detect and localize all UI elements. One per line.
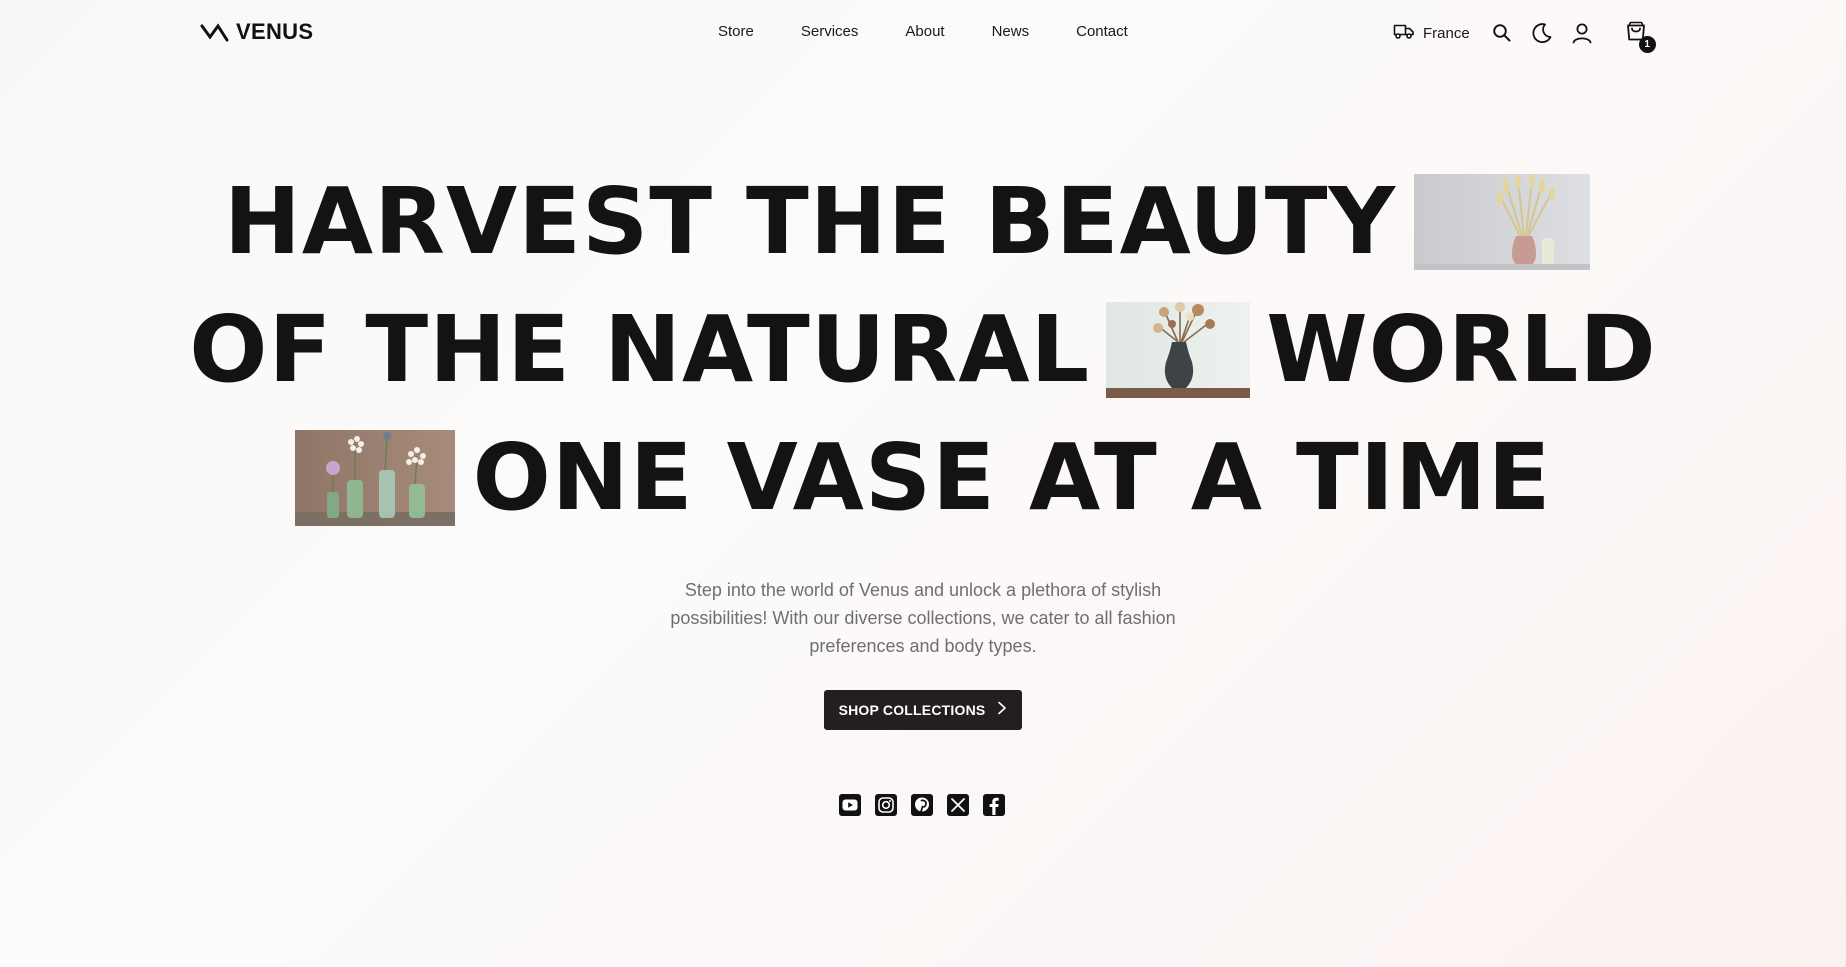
hero-subtitle: Step into the world of Venus and unlock …: [670, 580, 1176, 656]
cart-button[interactable]: 1: [1624, 21, 1656, 53]
hero-heading-line-3: ONE VASE AT A TIME: [472, 424, 1552, 531]
pinterest-icon[interactable]: [911, 794, 933, 816]
hero-line-3: ONE VASE AT A TIME: [0, 430, 1846, 526]
shop-collections-button[interactable]: SHOP COLLECTIONS: [824, 690, 1022, 730]
region-label: France: [1423, 24, 1470, 42]
region-selector[interactable]: France: [1393, 22, 1470, 45]
shop-collections-label: SHOP COLLECTIONS: [838, 702, 986, 718]
youtube-icon[interactable]: [839, 794, 861, 816]
dried-flowers-dark-vase-image: [1106, 302, 1251, 398]
hero-line-2: OF THE NATURAL WORLD: [0, 302, 1846, 398]
social-links: [839, 794, 1005, 816]
hero-heading-line-1: HARVEST THE BEAUTY: [223, 168, 1397, 275]
site-header: VENUS Store Services About News Contact …: [0, 0, 1846, 64]
instagram-icon[interactable]: [875, 794, 897, 816]
nav-about[interactable]: About: [905, 23, 944, 40]
facebook-icon[interactable]: [983, 794, 1005, 816]
chevron-right-icon: [997, 701, 1007, 720]
green-bottles-wildflowers-image: [294, 430, 455, 526]
brand-name: VENUS: [236, 19, 314, 44]
moon-icon[interactable]: [1530, 21, 1554, 45]
truck-icon: [1393, 22, 1415, 45]
nav-news[interactable]: News: [992, 23, 1030, 40]
dried-grass-pink-vase-image: [1414, 174, 1591, 270]
search-icon[interactable]: [1490, 21, 1514, 45]
user-icon[interactable]: [1570, 21, 1594, 45]
brand-logo[interactable]: VENUS: [200, 19, 313, 45]
cart-count-badge: 1: [1638, 36, 1656, 53]
nav-services[interactable]: Services: [801, 23, 859, 40]
nav-contact[interactable]: Contact: [1076, 23, 1128, 40]
hero-line-1: HARVEST THE BEAUTY: [0, 174, 1846, 270]
hero-heading-line-2a: OF THE NATURAL: [189, 296, 1091, 403]
zigzag-wave-icon: [200, 20, 230, 44]
hero-heading-line-2b: WORLD: [1266, 296, 1657, 403]
main-nav: Store Services About News Contact: [718, 23, 1128, 40]
x-icon[interactable]: [947, 794, 969, 816]
header-actions: France 1: [1393, 19, 1656, 53]
nav-store[interactable]: Store: [718, 23, 754, 40]
